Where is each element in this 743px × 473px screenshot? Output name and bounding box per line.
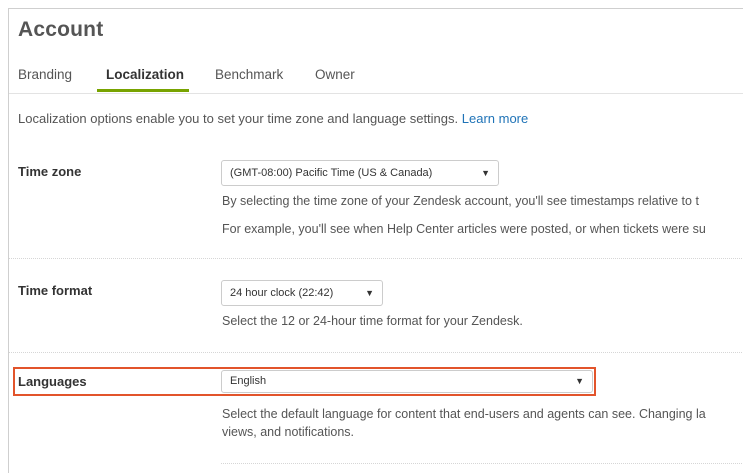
tab-branding[interactable]: Branding [18,67,72,82]
time-format-select[interactable]: 24 hour clock (22:42) ▼ [221,280,383,306]
active-tab-indicator [97,89,189,92]
chevron-down-icon: ▼ [365,288,374,298]
time-format-label: Time format [18,283,93,298]
languages-select[interactable]: English ▼ [221,370,593,393]
time-zone-label: Time zone [18,164,82,179]
section-divider [9,352,743,353]
tab-benchmark[interactable]: Benchmark [215,67,283,82]
learn-more-link[interactable]: Learn more [462,111,528,126]
languages-selected-value: English [230,375,267,387]
tab-bar: Branding Localization Benchmark Owner [9,65,743,94]
tab-localization[interactable]: Localization [106,67,184,82]
section-divider [221,463,743,464]
chevron-down-icon: ▼ [575,376,584,386]
time-zone-select[interactable]: (GMT-08:00) Pacific Time (US & Canada) ▼ [221,160,499,186]
account-settings-panel: Account Branding Localization Benchmark … [8,8,743,473]
time-format-selected-value: 24 hour clock (22:42) [230,287,334,299]
intro-text: Localization options enable you to set y… [18,111,528,126]
chevron-down-icon: ▼ [481,168,490,178]
time-zone-help-1: By selecting the time zone of your Zende… [222,194,699,208]
languages-help-1: Select the default language for content … [222,407,706,421]
intro-description: Localization options enable you to set y… [18,111,462,126]
time-format-help: Select the 12 or 24-hour time format for… [222,314,523,328]
time-zone-help-2: For example, you'll see when Help Center… [222,222,706,236]
languages-label: Languages [18,374,87,389]
page-title: Account [18,18,104,41]
tab-owner[interactable]: Owner [315,67,355,82]
time-zone-selected-value: (GMT-08:00) Pacific Time (US & Canada) [230,167,433,179]
languages-help-2: views, and notifications. [222,425,355,439]
section-divider [9,258,743,259]
